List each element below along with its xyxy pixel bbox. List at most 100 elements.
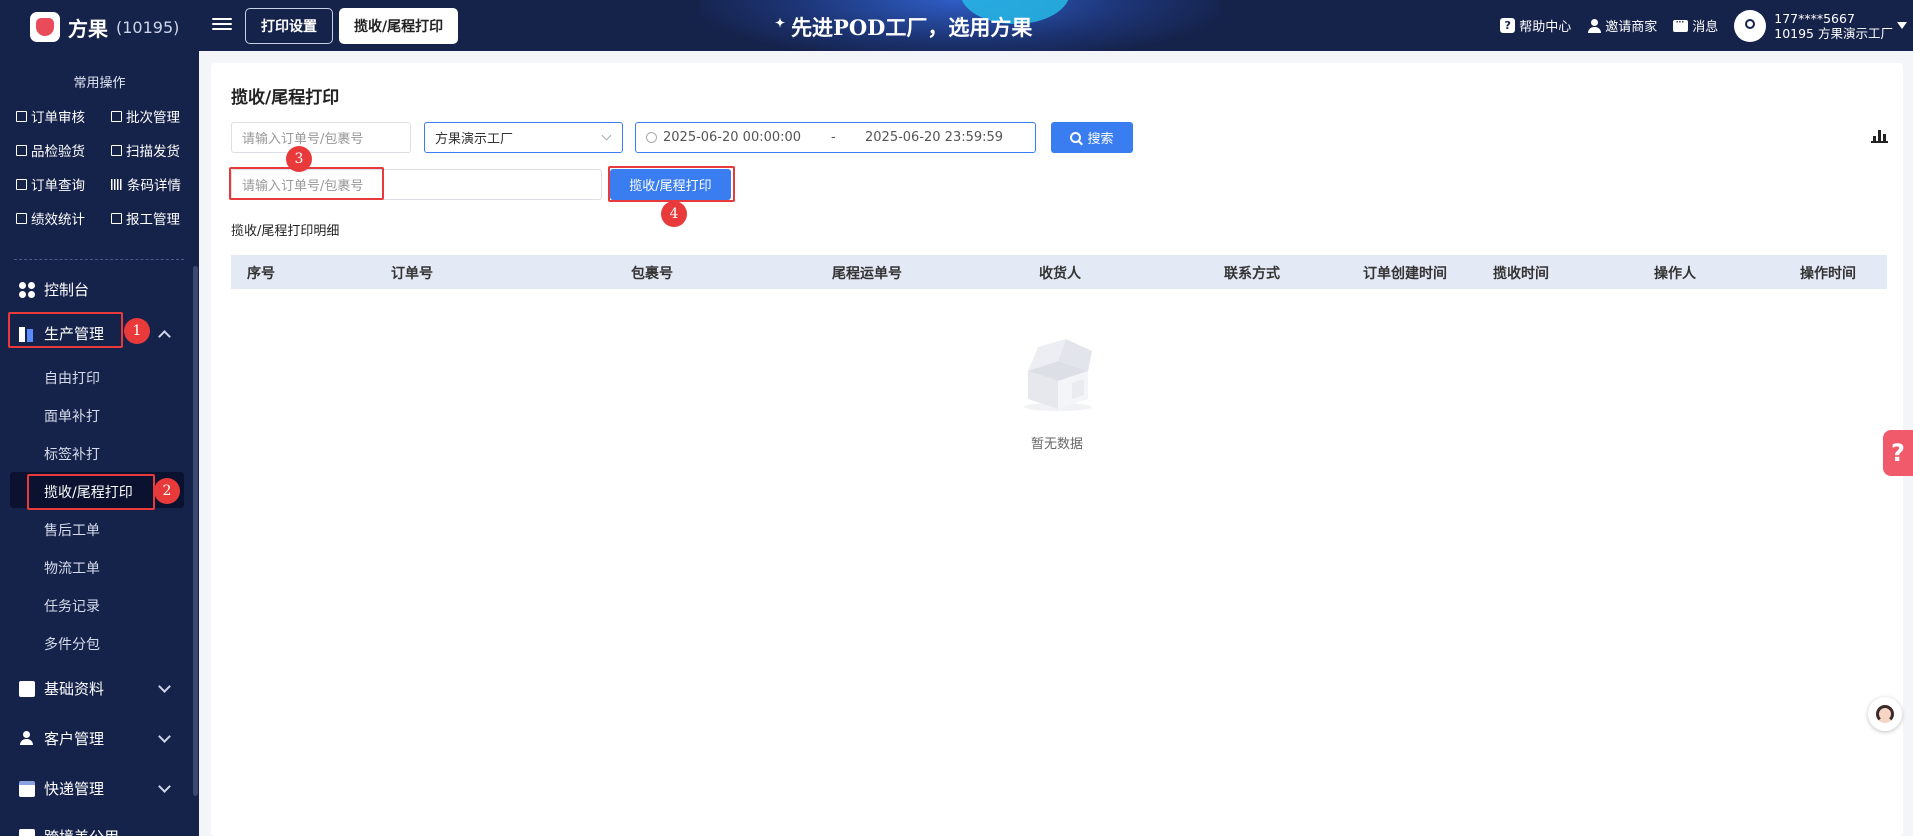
sidebar-item-label: 跨境美公用 bbox=[44, 826, 119, 836]
user-info[interactable]: 177****5667 10195 方果演示工厂 bbox=[1774, 11, 1893, 41]
chevron-down-icon bbox=[158, 680, 171, 693]
sidebar-sub-free-print[interactable]: 自由打印 bbox=[44, 368, 100, 388]
sidebar-sub-logistics-ticket[interactable]: 物流工单 bbox=[44, 558, 100, 578]
column-header: 序号 bbox=[247, 266, 275, 282]
search-doc-icon bbox=[16, 178, 27, 190]
sidebar-item-customer[interactable]: 客户管理 bbox=[0, 719, 199, 757]
messages-label: 消息 bbox=[1692, 20, 1719, 35]
menu-toggle-icon[interactable] bbox=[212, 15, 232, 35]
help-float-question-icon[interactable]: ? bbox=[1883, 430, 1913, 476]
sidebar-sub-task-log[interactable]: 任务记录 bbox=[44, 596, 100, 616]
help-center-label: 帮助中心 bbox=[1519, 20, 1572, 35]
column-header: 揽收时间 bbox=[1493, 266, 1549, 282]
chevron-up-icon bbox=[158, 330, 171, 343]
user-factory: 10195 方果演示工厂 bbox=[1774, 25, 1893, 41]
search-icon bbox=[1070, 132, 1082, 143]
quick-work-report[interactable]: 报工管理 bbox=[111, 208, 180, 228]
sidebar-sub-waybill-reprint[interactable]: 面单补打 bbox=[44, 406, 100, 426]
sidebar-sub-aftersale-ticket[interactable]: 售后工单 bbox=[44, 520, 100, 540]
brand-logo-icon bbox=[30, 12, 60, 42]
quick-label: 批次管理 bbox=[126, 110, 180, 126]
quick-label: 扫描发货 bbox=[126, 144, 180, 160]
sidebar-item-basic-data[interactable]: 基础资料 bbox=[0, 669, 199, 707]
sidebar-sub-label-reprint[interactable]: 标签补打 bbox=[44, 444, 100, 464]
tab-collect-print[interactable]: 揽收/尾程打印 bbox=[339, 8, 459, 44]
date-end: 2025-06-20 23:59:59 bbox=[865, 130, 1004, 145]
report-icon bbox=[111, 212, 122, 224]
date-range-picker[interactable]: 2025-06-20 00:00:00 - 2025-06-20 23:59:5… bbox=[635, 122, 1036, 153]
quick-order-review[interactable]: 订单审核 bbox=[16, 106, 85, 126]
quick-order-query[interactable]: 订单查询 bbox=[16, 174, 85, 194]
batch-icon bbox=[111, 110, 122, 122]
search-button-label: 搜索 bbox=[1087, 132, 1114, 147]
quick-label: 条码详情 bbox=[127, 178, 181, 194]
factory-select[interactable]: 方果演示工厂 bbox=[424, 122, 623, 153]
factory-select-value: 方果演示工厂 bbox=[435, 132, 514, 147]
scan-icon bbox=[111, 144, 122, 156]
search-button[interactable]: 搜索 bbox=[1051, 122, 1133, 153]
step-marker-2: 2 bbox=[154, 478, 180, 504]
column-header: 尾程运单号 bbox=[832, 266, 902, 282]
sidebar-item-label: 快递管理 bbox=[44, 779, 105, 798]
sparkle-icon: ✦ bbox=[775, 16, 786, 30]
brand-id: (10195) bbox=[116, 17, 180, 37]
user-phone: 177****5667 bbox=[1774, 10, 1855, 26]
question-icon: ? bbox=[1500, 18, 1516, 33]
sidebar: 常用操作 订单审核 批次管理 品检验货 扫描发货 订单查询 条码详情 绩效统计 … bbox=[0, 51, 199, 836]
highlight-box-print-button bbox=[608, 166, 735, 202]
tab-print-settings[interactable]: 打印设置 bbox=[245, 8, 333, 44]
quick-performance[interactable]: 绩效统计 bbox=[16, 208, 85, 228]
page-title: 揽收/尾程打印 bbox=[231, 88, 340, 108]
brand[interactable]: 方果 (10195) bbox=[30, 12, 179, 42]
service-agent-icon bbox=[1876, 705, 1894, 723]
quick-label: 订单查询 bbox=[31, 178, 85, 194]
column-header: 操作人 bbox=[1654, 266, 1696, 282]
quick-label: 报工管理 bbox=[126, 212, 180, 228]
avatar[interactable] bbox=[1734, 9, 1767, 42]
caret-down-icon[interactable] bbox=[1897, 22, 1907, 29]
order-search-input[interactable]: 请输入订单号/包裹号 bbox=[231, 122, 411, 153]
quick-barcode-detail[interactable]: 条码详情 bbox=[111, 174, 181, 194]
sidebar-item-label: 控制台 bbox=[44, 280, 90, 299]
column-header: 收货人 bbox=[1039, 266, 1081, 282]
empty-box-icon bbox=[1024, 339, 1092, 411]
quick-batch-manage[interactable]: 批次管理 bbox=[111, 106, 180, 126]
column-header: 订单创建时间 bbox=[1363, 266, 1447, 282]
brand-name: 方果 bbox=[68, 16, 108, 41]
empty-state-text: 暂无数据 bbox=[1030, 437, 1083, 452]
chevron-down-icon bbox=[158, 780, 171, 793]
step-marker-1: 1 bbox=[124, 318, 150, 344]
messages-link[interactable]: 消息 bbox=[1673, 15, 1719, 35]
quick-label: 品检验货 bbox=[31, 144, 85, 160]
help-center-link[interactable]: ? 帮助中心 bbox=[1500, 16, 1571, 35]
express-icon bbox=[19, 781, 35, 797]
highlight-box-collect-print bbox=[27, 474, 155, 510]
sidebar-item-cross-border[interactable]: 跨境美公用 bbox=[0, 817, 199, 836]
common-actions-title: 常用操作 bbox=[73, 76, 126, 91]
sidebar-item-dashboard[interactable]: 控制台 bbox=[0, 270, 199, 308]
sidebar-scrollbar[interactable] bbox=[193, 266, 198, 796]
clock-icon bbox=[646, 132, 657, 143]
bar-chart-icon[interactable] bbox=[1871, 128, 1888, 143]
inspect-icon bbox=[16, 144, 27, 156]
quick-quality-check[interactable]: 品检验货 bbox=[16, 140, 85, 160]
user-icon bbox=[1745, 18, 1756, 29]
barcode-icon bbox=[111, 178, 123, 190]
quick-label: 订单审核 bbox=[31, 110, 85, 126]
table-header: 序号 订单号 包裹号 尾程运单号 收货人 联系方式 订单创建时间 揽收时间 操作… bbox=[231, 255, 1887, 289]
sidebar-divider bbox=[14, 259, 184, 260]
quick-label: 绩效统计 bbox=[31, 212, 85, 228]
column-header: 包裹号 bbox=[631, 266, 673, 282]
sidebar-sub-multi-package[interactable]: 多件分包 bbox=[44, 634, 100, 654]
quick-scan-ship[interactable]: 扫描发货 bbox=[111, 140, 180, 160]
customer-service-avatar[interactable] bbox=[1868, 697, 1902, 731]
stats-icon bbox=[16, 212, 27, 224]
detail-section-title: 揽收/尾程打印明细 bbox=[231, 224, 340, 239]
cross-border-icon bbox=[19, 829, 35, 836]
invite-merchant-link[interactable]: 邀请商家 bbox=[1587, 16, 1657, 35]
column-header: 联系方式 bbox=[1224, 266, 1280, 282]
sidebar-item-express[interactable]: 快递管理 bbox=[0, 769, 199, 807]
column-header: 操作时间 bbox=[1800, 266, 1856, 282]
user-add-icon bbox=[1587, 18, 1602, 33]
highlight-box-production bbox=[8, 312, 123, 348]
